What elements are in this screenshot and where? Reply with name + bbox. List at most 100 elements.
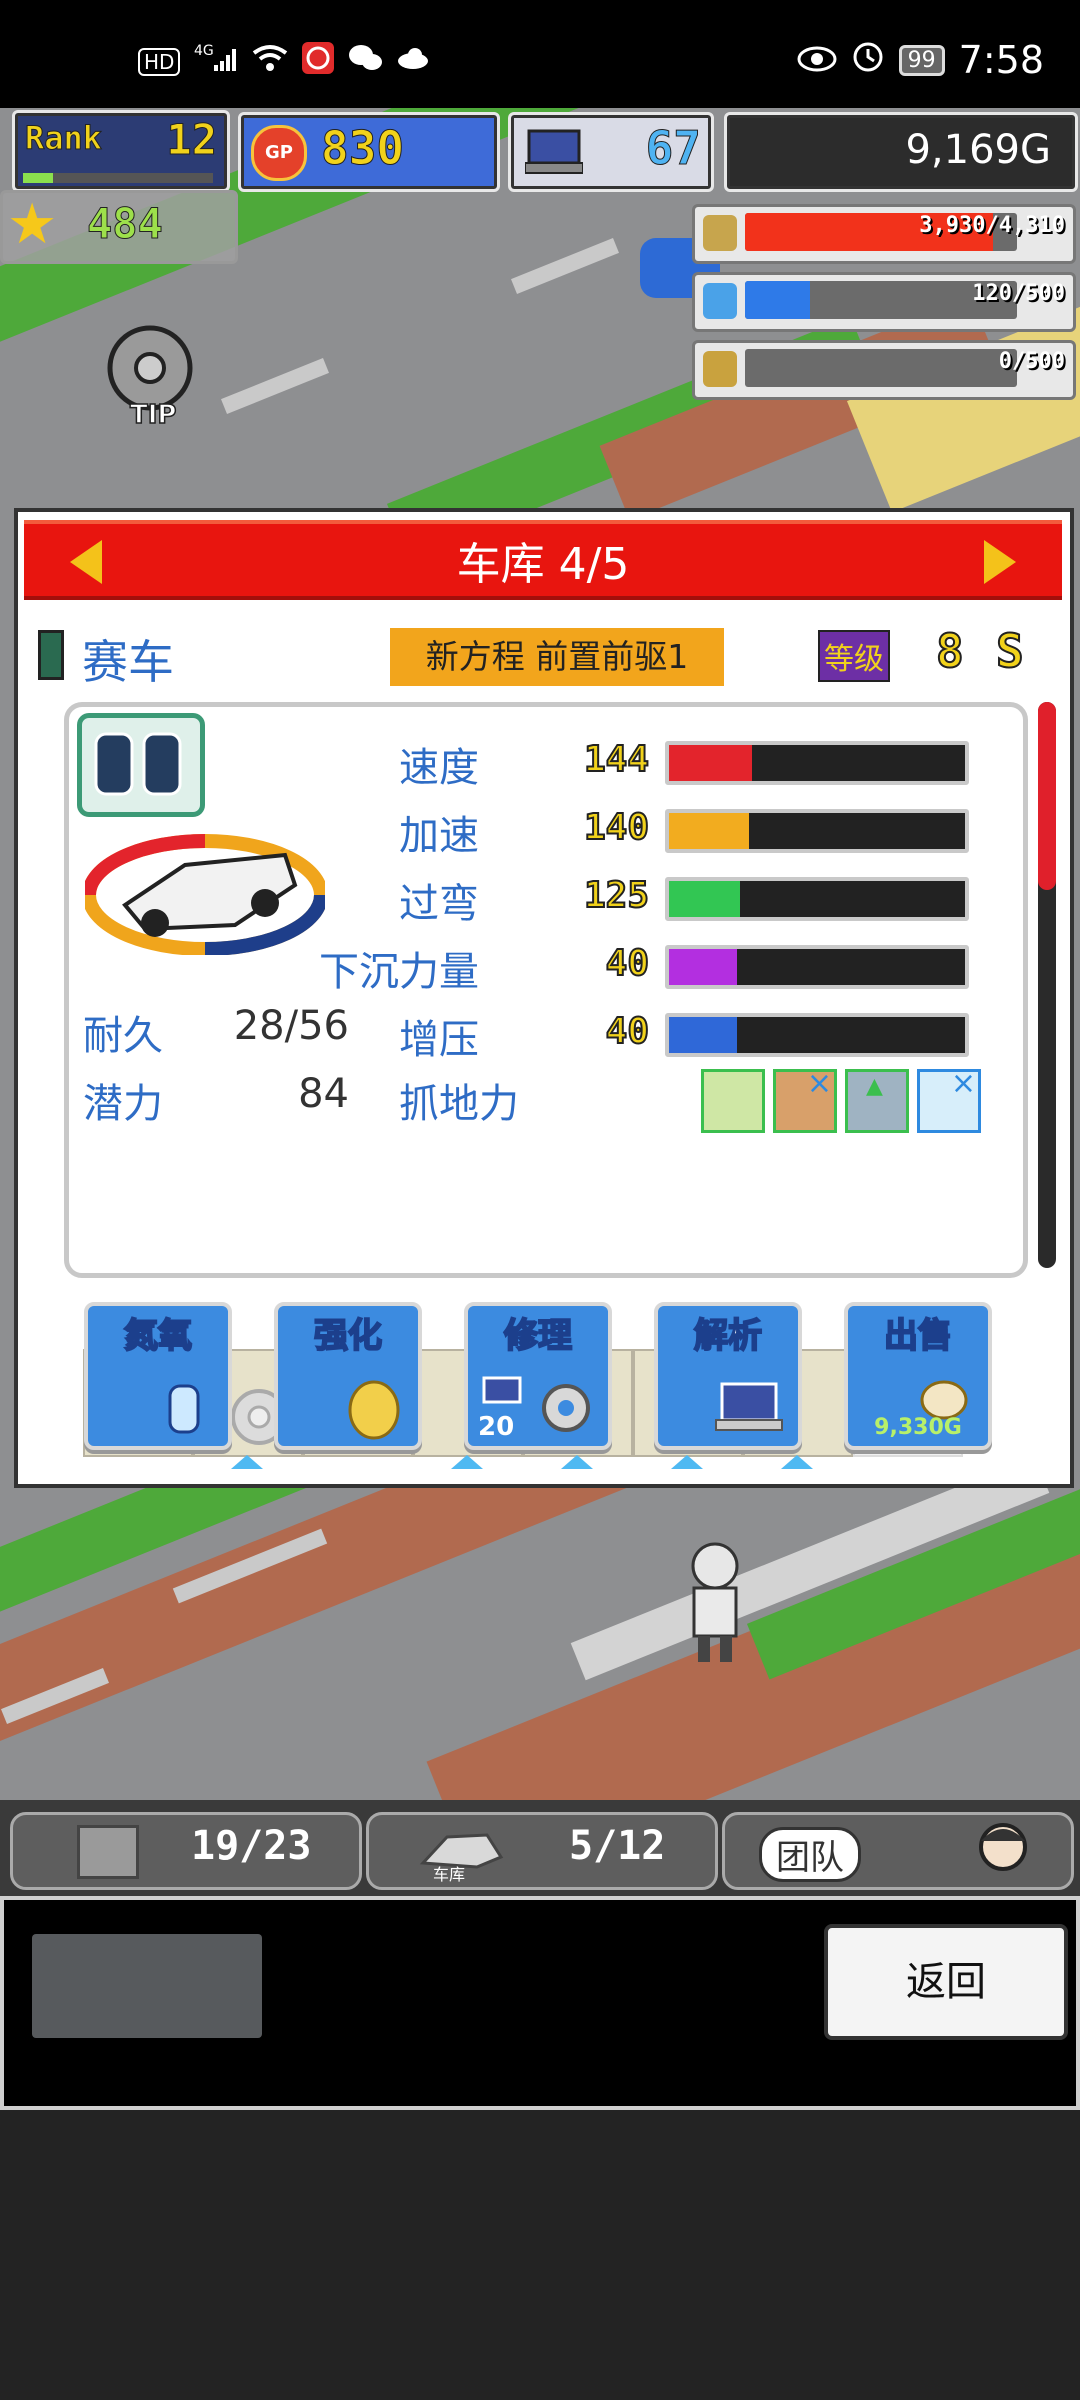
rock-surface-icon: ▲	[845, 1069, 909, 1133]
egg-icon	[348, 1380, 400, 1440]
analyze-button[interactable]: 解析	[654, 1302, 802, 1450]
back-button[interactable]: 返回	[824, 1924, 1068, 2040]
svg-text:TIP: TIP	[130, 400, 176, 428]
rank-letter: S	[995, 623, 1025, 679]
garage-panel: 车库 4/5 赛车 新方程 前置前驱1 等级 8 S 速度 144 加速 140 过弯 1…	[14, 508, 1074, 1488]
parts-tab[interactable]: 19/23	[10, 1812, 362, 1890]
svg-text:4G: 4G	[194, 43, 214, 59]
stat-bar-fill	[669, 1017, 738, 1053]
slot-marker	[671, 1455, 703, 1469]
hd-indicator: HD	[138, 47, 181, 76]
wheat-icon	[703, 351, 737, 387]
wechat-icon	[348, 43, 383, 80]
fuel-tank-icon	[77, 713, 205, 817]
repair-button[interactable]: 修理 20	[464, 1302, 612, 1450]
panel-scrollbar[interactable]	[1038, 702, 1056, 1268]
star-display: ★ 484	[0, 190, 238, 264]
grip-label: 抓地力	[399, 1081, 519, 1127]
stat-value: 40	[605, 942, 650, 985]
panel-title: 车库 4/5	[456, 539, 630, 590]
stat-bar-fill	[669, 745, 752, 781]
stat-label: 速度	[399, 745, 479, 791]
car-type-icon	[38, 630, 64, 680]
oil-bar: 120/500	[692, 272, 1076, 332]
nitro-button[interactable]: 氮氧	[84, 1302, 232, 1450]
level-label: 等级	[818, 630, 890, 682]
research-points-display: 67	[508, 112, 714, 192]
fuel-text: 3,930/4,310	[919, 213, 1065, 238]
oil-text: 120/500	[972, 281, 1065, 306]
tip-wheel-icon[interactable]: TIP	[100, 318, 210, 431]
stat-value: 144	[583, 738, 650, 781]
gear-icon	[542, 1384, 590, 1432]
cloud-icon	[396, 46, 430, 77]
stat-label: 增压	[399, 1017, 479, 1063]
star-value: 484	[87, 199, 164, 249]
stat-bar	[665, 945, 969, 989]
snow-surface-icon: ×	[917, 1066, 981, 1133]
stat-bar-fill	[669, 949, 738, 985]
sell-price: 9,330G	[874, 1415, 962, 1440]
parts-count: 19/23	[191, 1823, 312, 1869]
garage-tab-label: 车库	[433, 1865, 466, 1884]
fuel-bar: 3,930/4,310	[692, 204, 1076, 264]
nitro-bottle-icon	[168, 1384, 200, 1434]
slot-marker	[451, 1455, 483, 1469]
stat-value: 125	[583, 874, 650, 917]
gp-display: GP 830	[238, 112, 500, 192]
oil-bottle-icon	[703, 283, 737, 319]
rank-progress	[23, 173, 53, 183]
slot-marker	[231, 1455, 263, 1469]
gp-icon: GP	[251, 125, 307, 181]
stat-value: 140	[583, 806, 650, 849]
durability-label: 耐久	[83, 1013, 163, 1059]
app-notification-icon	[302, 42, 335, 81]
alarm-icon	[851, 38, 885, 82]
rank-label: Rank	[24, 119, 103, 158]
next-arrow-icon[interactable]	[984, 540, 1016, 584]
clock-time: 7:58	[958, 38, 1044, 82]
wifi-icon	[252, 43, 288, 80]
potential-label: 潜力	[83, 1081, 163, 1127]
sell-label: 出售	[883, 1315, 953, 1357]
garage-count: 5/12	[569, 1823, 666, 1869]
signal-icon: 4G	[194, 43, 238, 80]
laptop-icon	[715, 1382, 783, 1431]
dirt-surface-icon: ×	[773, 1066, 837, 1133]
dry-surface-icon	[701, 1069, 765, 1133]
computer-icon	[482, 1376, 522, 1404]
stat-value: 40	[605, 1010, 650, 1053]
team-label: 团队	[759, 1827, 861, 1882]
panel-header: 车库 4/5	[24, 520, 1062, 600]
slot-marker	[781, 1455, 813, 1469]
nitro-label: 氮氧	[123, 1315, 193, 1357]
crate-icon	[77, 1825, 139, 1879]
garage-tab[interactable]: 车库 5/12	[366, 1812, 718, 1890]
durability-value: 28/56	[233, 1003, 349, 1049]
stat-bar	[665, 741, 969, 785]
computer-icon	[524, 129, 584, 179]
potential-value: 84	[298, 1071, 349, 1117]
level-value: 8	[935, 623, 965, 679]
team-tab[interactable]: 团队	[722, 1812, 1074, 1890]
car-name: 新方程 前置前驱1	[390, 628, 724, 686]
stat-label: 过弯	[399, 881, 479, 927]
upgrade-button[interactable]: 强化	[274, 1302, 422, 1450]
wheat-text: 0/500	[998, 349, 1065, 374]
stat-label: 下沉力量	[319, 949, 479, 995]
bottom-tab-bar: 19/23 车库 5/12 团队	[0, 1800, 1080, 1896]
research-points-value: 67	[645, 121, 701, 176]
battery-icon: 99	[898, 44, 945, 76]
fuel-icon	[703, 215, 737, 251]
repair-label: 修理	[503, 1315, 573, 1357]
gold-value: 9,169G	[905, 127, 1051, 173]
sell-button[interactable]: 出售 9,330G	[844, 1302, 992, 1450]
scroll-thumb[interactable]	[1038, 702, 1056, 890]
slot-marker	[561, 1455, 593, 1469]
worker-character	[680, 1538, 750, 1668]
star-icon: ★	[7, 192, 58, 257]
eye-icon	[797, 38, 837, 82]
race-car-image	[82, 825, 328, 956]
rank-value: 12	[166, 115, 218, 165]
gp-value: 830	[320, 121, 405, 176]
